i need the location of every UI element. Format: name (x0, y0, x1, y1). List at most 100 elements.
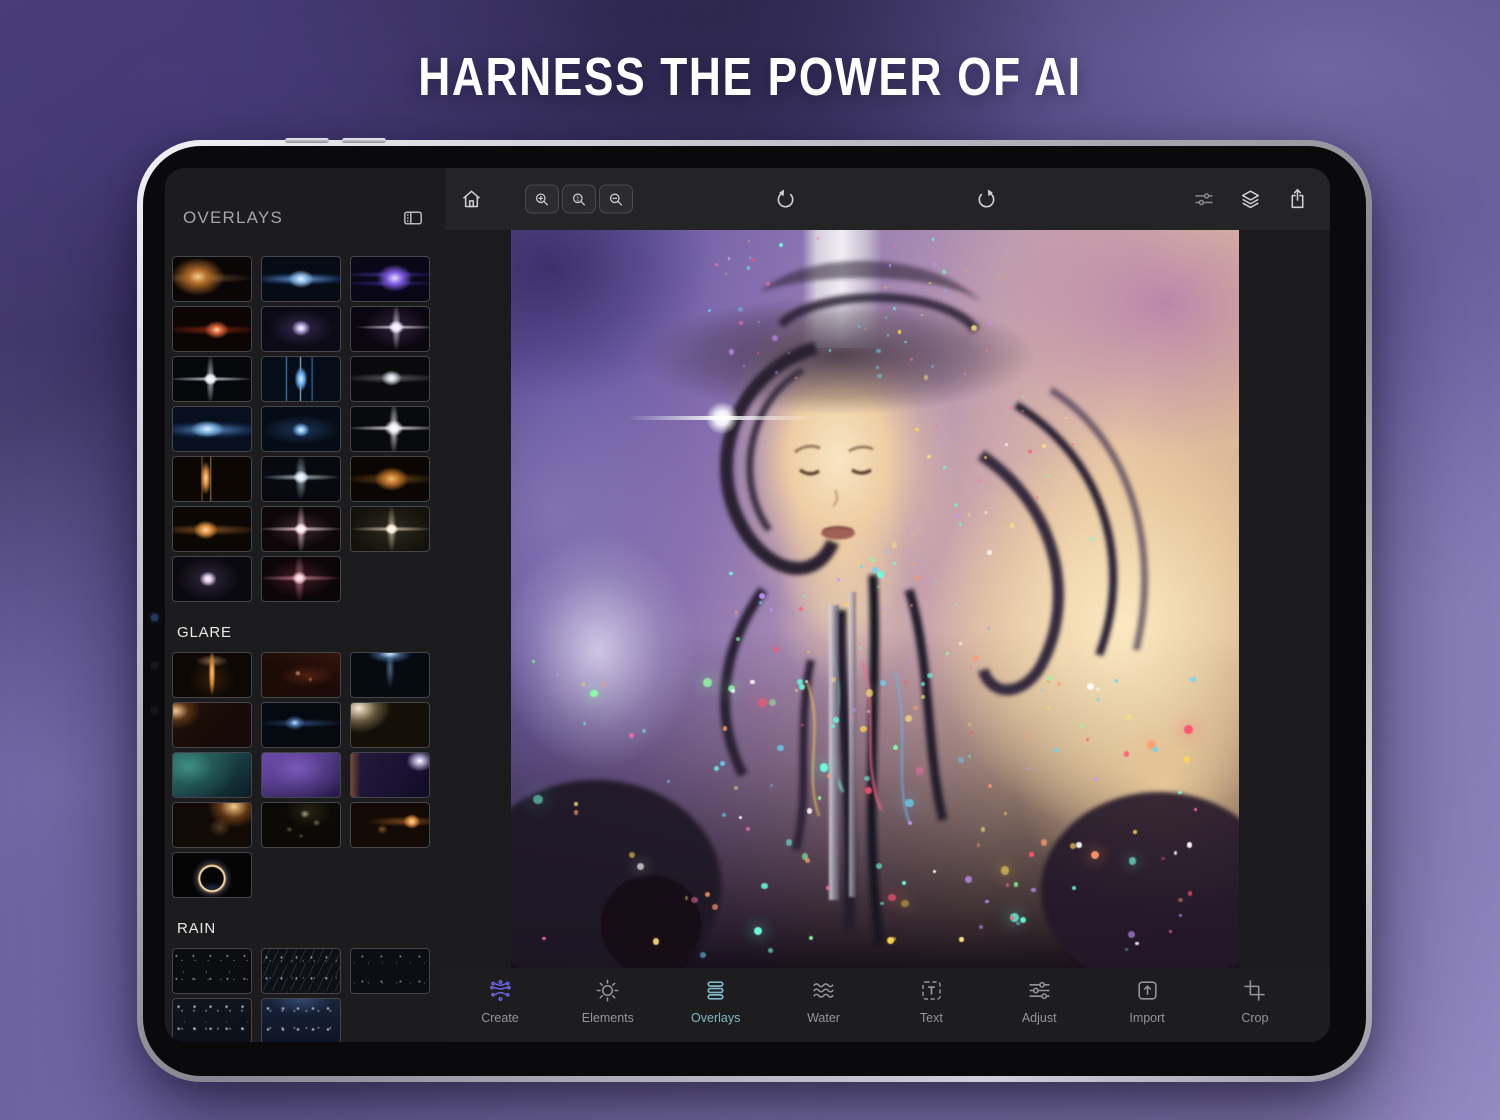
flare-blue-wide-horizontal[interactable] (172, 406, 252, 452)
zoom-actual-size-button[interactable]: 1 (562, 185, 596, 214)
flare-white-eight-ray-star[interactable] (172, 356, 252, 402)
sparkle-dot (859, 647, 861, 649)
sparkle-dot (818, 796, 822, 800)
sparkle-dot (885, 316, 887, 318)
sparkle-dot (860, 565, 863, 568)
sparkle-dot (775, 371, 778, 374)
rain-diagonal-streaks[interactable] (261, 948, 341, 994)
flare-pale-purple-star[interactable] (261, 306, 341, 352)
sparkle-dot (708, 309, 711, 312)
zoom-out-button[interactable] (599, 185, 633, 214)
flare-blue-horizontal-streak[interactable] (261, 256, 341, 302)
sparkle-dot (913, 534, 915, 536)
sparkle-dot (988, 784, 992, 788)
rain-light-specks[interactable] (172, 948, 252, 994)
glare-amber-vertical-beam[interactable] (172, 652, 252, 698)
sparkle-dot (700, 952, 706, 958)
nav-item-elements[interactable]: Elements (571, 977, 645, 1042)
sparkle-dot (786, 839, 792, 845)
flare-blue-white-star[interactable] (261, 456, 341, 502)
rain-blue-glow-top[interactable] (261, 998, 341, 1042)
sparkle-dot (642, 729, 646, 733)
nav-item-text[interactable]: Text (894, 977, 968, 1042)
flare-orange-elliptical-glow[interactable] (350, 456, 430, 502)
undo-button[interactable] (772, 186, 798, 212)
flare-orange-horizontal[interactable] (172, 506, 252, 552)
sparkle-dot (637, 863, 644, 870)
sparkle-dot (1020, 917, 1026, 923)
bottom-tool-nav: Create Elements Overlays Water Text Adjust Imp… (445, 968, 1330, 1042)
sparkle-dot (973, 656, 978, 661)
glare-teal-wash[interactable] (172, 752, 252, 798)
sparkle-dot (770, 608, 774, 612)
nav-item-import[interactable]: Import (1110, 977, 1184, 1042)
sparkle-dot (1174, 851, 1177, 854)
flare-violet-glow-lines[interactable] (350, 256, 430, 302)
adjustments-icon[interactable] (1192, 187, 1216, 211)
sparkle-dot (766, 282, 770, 286)
flare-big-white-starburst[interactable] (350, 406, 430, 452)
share-button[interactable] (1285, 187, 1310, 212)
glare-orange-corner-top[interactable] (172, 802, 252, 848)
glare-top-blue-beam[interactable] (350, 652, 430, 698)
panel-toggle-icon[interactable] (401, 206, 425, 230)
glare-orange-flare-right[interactable] (350, 802, 430, 848)
sparkle-dot (1179, 914, 1182, 917)
rain-blue-heavy-drops[interactable] (172, 998, 252, 1042)
layers-button[interactable] (1238, 187, 1263, 212)
flare-pink-white-ray-star[interactable] (261, 506, 341, 552)
sparkle-dot (799, 607, 803, 611)
glare-brown-corner-glow[interactable] (172, 702, 252, 748)
nav-label: Adjust (1022, 1011, 1057, 1025)
flare-blue-soft-glow[interactable] (261, 406, 341, 452)
sparkle-dot (1096, 687, 1100, 691)
sparkle-dot (981, 827, 986, 832)
nav-item-crop[interactable]: Crop (1218, 977, 1292, 1042)
sparkle-dot (746, 827, 750, 831)
nav-label: Create (481, 1011, 519, 1025)
flare-red-horizontal[interactable] (172, 306, 252, 352)
home-icon[interactable] (459, 187, 484, 212)
sparkle-dot (987, 550, 992, 555)
flare-warm-white-star[interactable] (350, 506, 430, 552)
sparkle-dot (1025, 734, 1029, 738)
glare-purple-white-corner[interactable] (350, 752, 430, 798)
sparkle-dot (743, 365, 745, 367)
nav-item-water[interactable]: Water (787, 977, 861, 1042)
sparkle-dot (893, 307, 896, 310)
glare-cream-corner-glow[interactable] (350, 702, 430, 748)
nav-item-adjust[interactable]: Adjust (1002, 977, 1076, 1042)
photo-editor-app: OVERLAYS GLARERAIN (165, 168, 1330, 1042)
flare-lavender-soft-glow[interactable] (172, 556, 252, 602)
sparkle-dot (944, 443, 946, 445)
glare-purple-wash[interactable] (261, 752, 341, 798)
sparkle-dot (959, 523, 962, 526)
flare-white-starburst-purple[interactable] (350, 306, 430, 352)
redo-button[interactable] (974, 186, 1000, 212)
sparkle-dot (901, 900, 909, 908)
sparkle-dot (754, 927, 762, 935)
sparkle-dot (915, 428, 919, 432)
rain-sparse-drops[interactable] (350, 948, 430, 994)
sparkle-dot (877, 571, 884, 578)
sparkle-dot (865, 787, 873, 795)
canvas-image[interactable] (511, 230, 1239, 968)
flare-silver-soft[interactable] (350, 356, 430, 402)
sparkle-dot (965, 876, 972, 883)
zoom-in-button[interactable] (525, 185, 559, 214)
thumbnail-grid-rain (165, 948, 445, 1042)
glare-dark-red-sparkles[interactable] (261, 652, 341, 698)
flare-blue-vertical-lines[interactable] (261, 356, 341, 402)
overlays-sidebar: OVERLAYS GLARERAIN (165, 168, 445, 1042)
sparkle-dot (807, 651, 809, 653)
sparkle-dot (725, 273, 727, 275)
sparkle-dot (795, 689, 798, 692)
flare-amber-vertical-line[interactable] (172, 456, 252, 502)
glare-blue-streak-center[interactable] (261, 702, 341, 748)
glare-bokeh-dots[interactable] (261, 802, 341, 848)
nav-item-create[interactable]: Create (463, 977, 537, 1042)
glare-eclipse-ring[interactable] (172, 852, 252, 898)
flare-pink-star[interactable] (261, 556, 341, 602)
flare-warm-orange-glow[interactable] (172, 256, 252, 302)
nav-item-overlays[interactable]: Overlays (679, 977, 753, 1042)
